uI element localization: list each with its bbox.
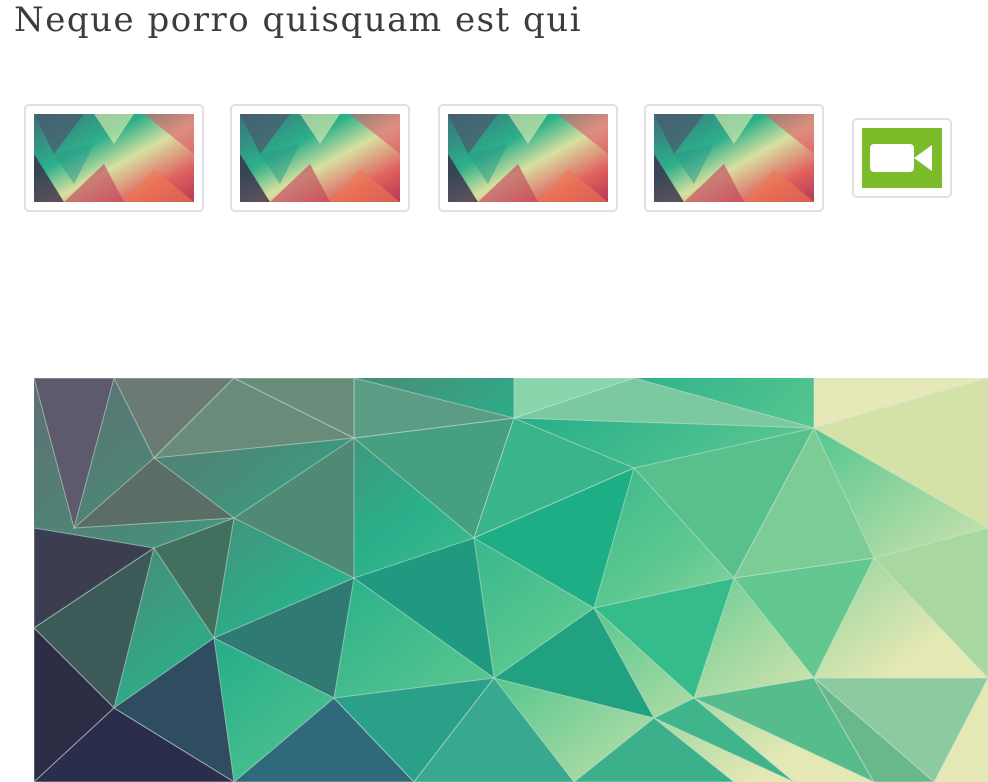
- thumbnail-video[interactable]: [852, 118, 952, 198]
- polygon-image: [654, 114, 814, 202]
- polygon-image: [34, 378, 988, 782]
- polygon-image: [34, 114, 194, 202]
- main-product-image: [34, 378, 988, 782]
- video-camera-icon: [862, 128, 942, 188]
- thumbnail-3[interactable]: [438, 104, 618, 212]
- thumbnail-2[interactable]: [230, 104, 410, 212]
- thumbnail-1[interactable]: [24, 104, 204, 212]
- product-title: Neque porro quisquam est qui: [14, 0, 583, 40]
- polygon-image: [240, 114, 400, 202]
- thumbnail-4[interactable]: [644, 104, 824, 212]
- polygon-image: [448, 114, 608, 202]
